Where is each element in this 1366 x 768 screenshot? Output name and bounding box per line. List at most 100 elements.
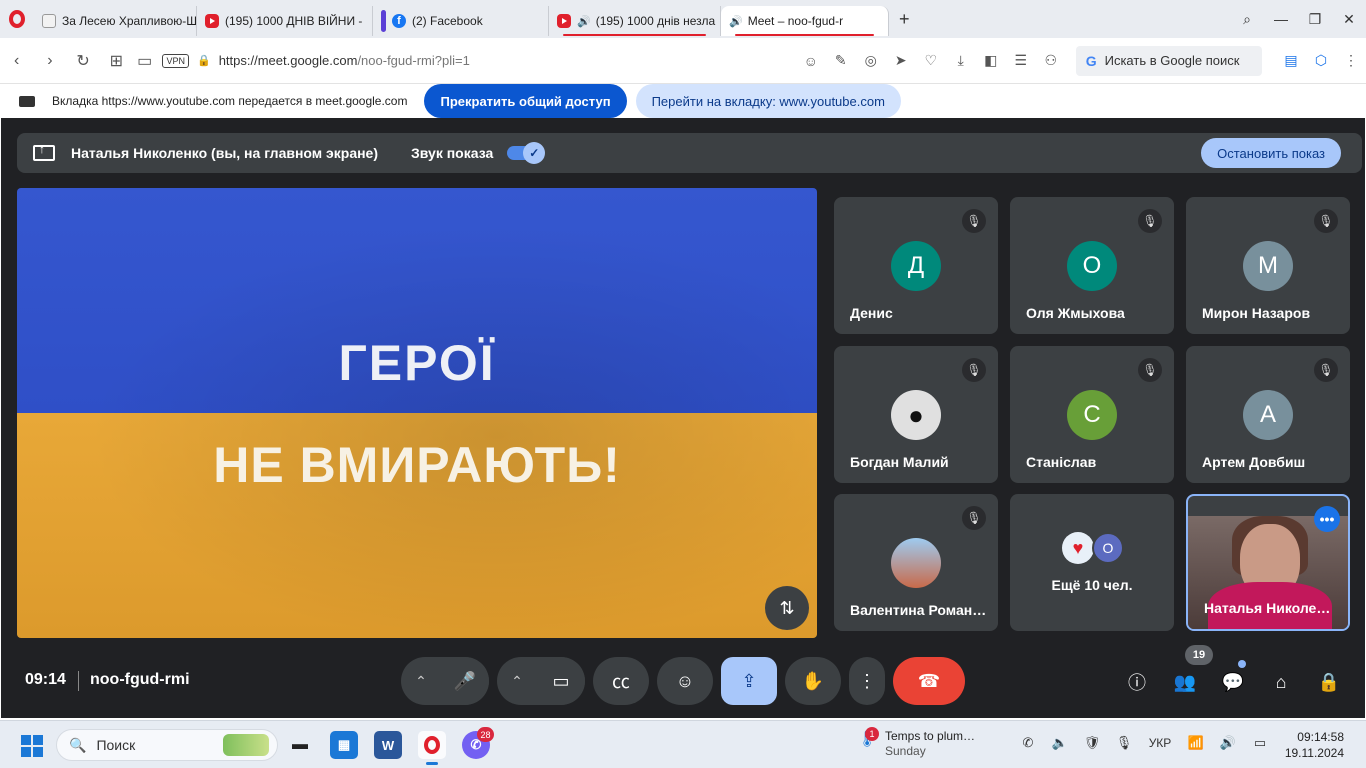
battery-icon[interactable]: ▭ bbox=[1244, 735, 1276, 751]
leave-call-icon[interactable]: ☎ bbox=[893, 657, 965, 705]
present-screen-icon[interactable]: ⇪ bbox=[721, 657, 777, 705]
edit-icon[interactable]: ✎ bbox=[826, 52, 856, 69]
battery-saver-icon[interactable]: ◧ bbox=[976, 52, 1006, 69]
taskbar-search[interactable]: 🔍 Поиск bbox=[56, 729, 278, 761]
speed-dial-icon[interactable]: ⊞ bbox=[100, 51, 133, 71]
windows-start-icon[interactable] bbox=[21, 735, 43, 757]
store-icon[interactable]: ▦ bbox=[330, 731, 358, 759]
task-view-icon[interactable]: ▬ bbox=[286, 731, 314, 759]
security-icon[interactable]: 🛡 bbox=[1076, 735, 1108, 751]
close-icon[interactable]: ✕ bbox=[1332, 11, 1366, 28]
more-options-icon[interactable]: ••• bbox=[1314, 506, 1340, 532]
word-icon[interactable]: W bbox=[374, 731, 402, 759]
audio-options-chevron-icon[interactable]: ⌃ bbox=[401, 673, 441, 690]
chat-icon[interactable]: 💬 bbox=[1218, 667, 1248, 697]
youtube-icon bbox=[205, 14, 219, 28]
back-icon[interactable]: ‹ bbox=[0, 52, 33, 70]
participant-tile[interactable]: 🎙 ● Богдан Малий bbox=[834, 346, 998, 483]
opera-taskbar-icon[interactable] bbox=[418, 731, 446, 765]
sound-toggle[interactable]: ✓ bbox=[507, 142, 546, 164]
avatar: А bbox=[1243, 390, 1293, 440]
participant-tile[interactable]: 🎙 О Оля Жмыхова bbox=[1010, 197, 1174, 334]
snapshot-icon[interactable]: ◎ bbox=[856, 52, 886, 69]
meeting-code: noo-fgud-rmi bbox=[90, 671, 190, 688]
heart-icon[interactable]: ♡ bbox=[916, 52, 946, 69]
people-icon[interactable]: 👥 bbox=[1170, 667, 1200, 697]
volume-tray-icon[interactable]: 🔈 bbox=[1044, 735, 1076, 751]
wifi-icon[interactable]: 📶 bbox=[1180, 735, 1212, 751]
tab-group-indicator bbox=[381, 10, 386, 32]
participant-tile[interactable]: 🎙 Валентина Роман… bbox=[834, 494, 998, 631]
google-search-box[interactable]: G Искать в Google поиск bbox=[1075, 45, 1262, 76]
tab-meet[interactable]: 🔊 Meet – noo-fgud-r bbox=[721, 6, 889, 36]
avatar: Д bbox=[891, 241, 941, 291]
wallet-icon[interactable]: ▤ bbox=[1276, 52, 1306, 69]
send-icon[interactable]: ➤ bbox=[886, 52, 916, 69]
microphone-icon[interactable]: 🎤 bbox=[441, 657, 489, 705]
opera-menu-icon[interactable] bbox=[0, 0, 34, 38]
lock-icon[interactable]: 🔒 bbox=[197, 54, 211, 67]
participant-tile[interactable]: 🎙 С Станіслав bbox=[1010, 346, 1174, 483]
tab-title: (2) Facebook bbox=[412, 14, 483, 28]
self-view-tile[interactable]: ••• Наталья Николен… bbox=[1186, 494, 1350, 631]
participant-name: Наталья Николен… bbox=[1204, 600, 1338, 616]
easy-setup-icon[interactable]: ☰ bbox=[1006, 52, 1036, 69]
participant-name: Богдан Малий bbox=[850, 454, 949, 470]
speaker-icon[interactable]: 🔊 bbox=[577, 15, 591, 28]
extensions-icon[interactable]: ⬡ bbox=[1306, 52, 1336, 69]
mic-off-icon: 🎙 bbox=[1138, 358, 1162, 382]
viber-tray-icon[interactable]: ✆ bbox=[1012, 735, 1044, 751]
speaker-icon[interactable]: 🔊 bbox=[1212, 735, 1244, 751]
camera-icon[interactable]: ▭ bbox=[537, 657, 585, 705]
speaker-icon[interactable]: 🔊 bbox=[729, 15, 743, 28]
emoji-icon[interactable]: ☺ bbox=[796, 53, 826, 69]
tab-youtube-2[interactable]: 🔊 (195) 1000 днів незла bbox=[549, 6, 721, 36]
stop-presenting-button[interactable]: Остановить показ bbox=[1201, 138, 1341, 168]
search-tabs-icon[interactable]: ⌕ bbox=[1230, 11, 1264, 28]
go-to-tab-button[interactable]: Перейти на вкладку: www.youtube.com bbox=[635, 84, 901, 118]
meeting-info-icon[interactable]: ⓘ bbox=[1122, 667, 1152, 697]
swap-layout-button[interactable]: ⇅ bbox=[765, 586, 809, 630]
photo-avatar bbox=[891, 538, 941, 588]
tab-facebook[interactable]: f (2) Facebook bbox=[373, 6, 549, 36]
participant-name: Оля Жмыхова bbox=[1026, 305, 1125, 321]
presentation-bar: Наталья Николенко (вы, на главном экране… bbox=[17, 133, 1362, 173]
host-controls-icon[interactable]: 🔒 bbox=[1314, 667, 1344, 697]
captions-icon[interactable]: ㏄ bbox=[593, 657, 649, 705]
search-placeholder: Поиск bbox=[96, 737, 136, 753]
forward-icon[interactable]: › bbox=[33, 52, 66, 70]
incognito-avatar-icon: ● bbox=[891, 390, 941, 440]
activities-icon[interactable]: ⌂ bbox=[1266, 667, 1296, 697]
download-icon[interactable]: ⤓ bbox=[946, 52, 976, 69]
participant-tile[interactable]: 🎙 А Артем Довбиш bbox=[1186, 346, 1350, 483]
tab-document[interactable]: За Лесею Храпливою-Щ bbox=[34, 6, 197, 36]
new-tab-button[interactable]: + bbox=[899, 9, 910, 30]
more-participants-tile[interactable]: ♥ О Ещё 10 чел. bbox=[1010, 494, 1174, 631]
participant-tile[interactable]: 🎙 Д Денис bbox=[834, 197, 998, 334]
more-menu-icon[interactable]: ⋮ bbox=[1336, 52, 1366, 69]
system-clock[interactable]: 09:14:58 19.11.2024 bbox=[1285, 729, 1344, 761]
profile-icon[interactable]: ⚇ bbox=[1036, 52, 1066, 69]
stop-sharing-button[interactable]: Прекратить общий доступ bbox=[424, 84, 627, 118]
more-options-icon[interactable]: ⋮ bbox=[849, 657, 885, 705]
meet-controls-bar: 09:14 noo-fgud-rmi ⌃ 🎤 ⌃ ▭ ㏄ ☺ ⇪ ✋ ⋮ ☎ ⓘ… bbox=[1, 645, 1365, 713]
camera-icon[interactable]: ▭ bbox=[133, 51, 156, 71]
participant-name: Станіслав bbox=[1026, 454, 1097, 470]
minimize-icon[interactable]: — bbox=[1264, 11, 1298, 27]
emoji-reactions-icon[interactable]: ☺ bbox=[657, 657, 713, 705]
participant-name: Валентина Роман… bbox=[850, 602, 987, 618]
participant-tile[interactable]: 🎙 М Мирон Назаров bbox=[1186, 197, 1350, 334]
weather-widget[interactable]: 🌡 1 Temps to plum… Sunday bbox=[857, 727, 975, 759]
video-options-chevron-icon[interactable]: ⌃ bbox=[497, 673, 537, 690]
vpn-badge[interactable]: VPN bbox=[162, 53, 189, 68]
flag-shading bbox=[17, 188, 817, 638]
maximize-icon[interactable]: ❐ bbox=[1298, 11, 1332, 28]
language-indicator[interactable]: УКР bbox=[1140, 736, 1180, 750]
tab-youtube-1[interactable]: (195) 1000 ДНІВ ВІЙНИ - bbox=[197, 6, 373, 36]
reload-icon[interactable]: ↻ bbox=[67, 51, 100, 71]
raise-hand-icon[interactable]: ✋ bbox=[785, 657, 841, 705]
url-field[interactable]: https://meet.google.com/noo-fgud-rmi?pli… bbox=[219, 53, 796, 68]
weather-badge: 1 bbox=[865, 727, 879, 741]
search-icon: 🔍 bbox=[69, 736, 87, 753]
microphone-tray-icon[interactable]: 🎙 bbox=[1108, 735, 1140, 751]
